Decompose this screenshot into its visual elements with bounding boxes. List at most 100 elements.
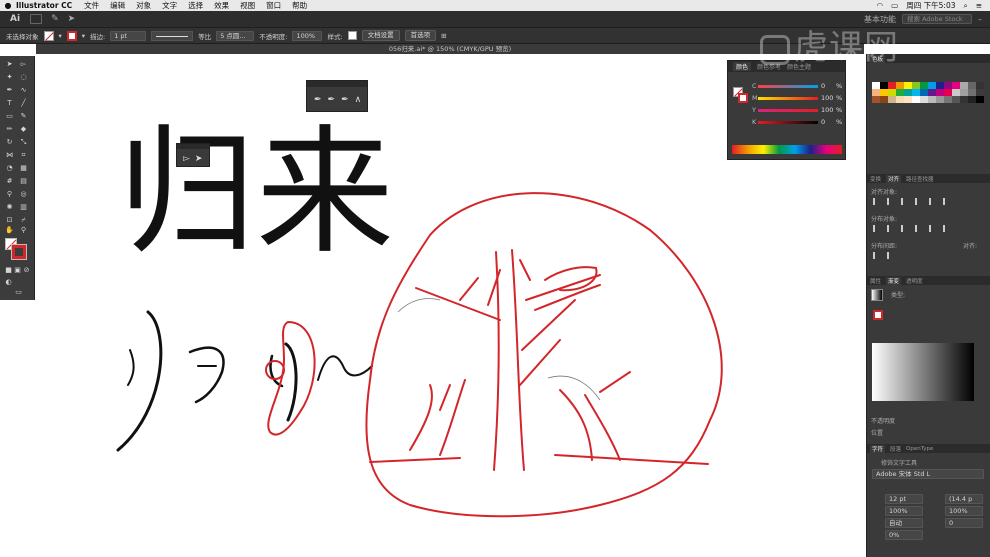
line-tool-icon[interactable]: ╱ bbox=[19, 99, 28, 108]
slice-tool-icon[interactable]: ⌿ bbox=[19, 216, 28, 225]
add-anchor-icon[interactable]: ✒ bbox=[328, 95, 336, 105]
swatch[interactable] bbox=[896, 96, 904, 103]
graph-tool-icon[interactable]: ▥ bbox=[19, 203, 28, 212]
swatch[interactable] bbox=[928, 82, 936, 89]
notification-icon[interactable]: ≡ bbox=[976, 1, 982, 10]
channel-c-slider[interactable] bbox=[758, 85, 818, 88]
rotate-tool-icon[interactable]: ↻ bbox=[5, 138, 14, 147]
channel-m-slider[interactable] bbox=[758, 97, 818, 100]
swatch[interactable] bbox=[904, 89, 912, 96]
menu-select[interactable]: 选择 bbox=[188, 0, 203, 11]
distribute-spacing-buttons[interactable] bbox=[873, 252, 901, 261]
tab-align[interactable]: 对齐 bbox=[886, 174, 902, 183]
tracking-field[interactable]: 0 bbox=[945, 518, 983, 528]
swatch[interactable] bbox=[936, 96, 944, 103]
swatch[interactable] bbox=[944, 96, 952, 103]
color-mode-icon[interactable]: ■ bbox=[4, 266, 13, 275]
swatch[interactable] bbox=[880, 89, 888, 96]
stock-search-input[interactable]: 搜索 Adobe Stock bbox=[902, 14, 972, 24]
document-tab[interactable]: 056归来.ai* @ 150% (CMYK/GPU 预览) bbox=[36, 44, 864, 54]
free-transform-icon[interactable]: ⌗ bbox=[19, 151, 28, 160]
width-tool-icon[interactable]: ⋈ bbox=[5, 151, 14, 160]
stroke-color-box[interactable] bbox=[12, 245, 26, 259]
channel-c-value[interactable]: 0 bbox=[821, 82, 825, 90]
tab-paragraph[interactable]: 段落 bbox=[890, 445, 901, 453]
brush-icon[interactable]: ✎ bbox=[51, 14, 59, 24]
kerning-field[interactable]: 自动 bbox=[885, 518, 923, 528]
eraser-icon[interactable]: ◆ bbox=[19, 125, 28, 134]
tab-gradient[interactable]: 渐变 bbox=[886, 276, 902, 285]
gradient-preview[interactable] bbox=[872, 343, 974, 401]
menu-edit[interactable]: 编辑 bbox=[110, 0, 125, 11]
stroke-weight-field[interactable]: 1 pt bbox=[110, 30, 147, 41]
swatch[interactable] bbox=[968, 82, 976, 89]
menu-window[interactable]: 窗口 bbox=[266, 0, 281, 11]
pen-tool-icon[interactable]: ✒ bbox=[314, 95, 322, 105]
swatch[interactable] bbox=[912, 89, 920, 96]
gradient-thumbnail[interactable] bbox=[871, 289, 883, 301]
gradient-stroke-swatch[interactable] bbox=[873, 310, 883, 320]
screen-mode-icon[interactable]: ▭ bbox=[14, 288, 23, 297]
tab-pathfinder[interactable]: 路径查找器 bbox=[906, 175, 934, 183]
menu-help[interactable]: 帮助 bbox=[292, 0, 307, 11]
swatch[interactable] bbox=[936, 89, 944, 96]
layout-icon[interactable] bbox=[30, 14, 43, 24]
swatch[interactable] bbox=[928, 89, 936, 96]
tab-transform[interactable]: 变换 bbox=[870, 175, 881, 183]
menu-clock[interactable]: 周四 下午5:03 bbox=[906, 0, 955, 11]
swatch[interactable] bbox=[888, 82, 896, 89]
swatch[interactable] bbox=[904, 96, 912, 103]
tab-opentype[interactable]: OpenType bbox=[906, 446, 933, 452]
hand-tool-icon[interactable]: ✋ bbox=[5, 226, 14, 235]
send-icon[interactable]: ➤ bbox=[68, 14, 76, 24]
spotlight-icon[interactable]: ⌕ bbox=[964, 1, 968, 11]
opacity-field[interactable]: 100% bbox=[292, 30, 323, 41]
pencil-icon[interactable]: ✏ bbox=[5, 125, 14, 134]
tab-color[interactable]: 颜色 bbox=[733, 62, 752, 71]
leading-field[interactable]: (14.4 p bbox=[945, 494, 983, 504]
lasso-icon[interactable]: ◌ bbox=[19, 73, 28, 82]
swatch[interactable] bbox=[872, 89, 880, 96]
menu-object[interactable]: 对象 bbox=[136, 0, 151, 11]
battery-icon[interactable]: ▭ bbox=[891, 1, 898, 10]
type-tool-icon[interactable]: T bbox=[5, 99, 14, 108]
swatch[interactable] bbox=[872, 96, 880, 103]
swatch[interactable] bbox=[872, 82, 880, 89]
swatch[interactable] bbox=[888, 89, 896, 96]
swatch-grid[interactable] bbox=[872, 82, 984, 103]
wifi-icon[interactable]: ◠ bbox=[877, 1, 884, 10]
channel-k-slider[interactable] bbox=[758, 121, 818, 124]
swatch[interactable] bbox=[880, 96, 888, 103]
swatch[interactable] bbox=[944, 82, 952, 89]
app-menu-name[interactable]: Illustrator CC bbox=[16, 1, 72, 10]
baseline-field[interactable]: 0% bbox=[885, 530, 923, 540]
tab-character[interactable]: 字符 bbox=[870, 444, 886, 453]
selection-tool-icon[interactable]: ➤ bbox=[5, 60, 14, 69]
font-size-field[interactable]: 12 pt bbox=[885, 494, 923, 504]
artboard-tool-icon[interactable]: ⊡ bbox=[5, 216, 14, 225]
eyedropper-icon[interactable]: ⚲ bbox=[5, 190, 14, 199]
swatch[interactable] bbox=[976, 82, 984, 89]
doc-setup-button[interactable]: 文档设置 bbox=[361, 30, 400, 41]
channel-y-value[interactable]: 100 bbox=[821, 106, 833, 114]
swatch[interactable] bbox=[920, 89, 928, 96]
direct-selection-tool-icon[interactable]: ▻ bbox=[19, 60, 28, 69]
swatch[interactable] bbox=[936, 82, 944, 89]
swatch[interactable] bbox=[968, 96, 976, 103]
gradient-mode-icon[interactable]: ▣ bbox=[13, 266, 22, 275]
arrange-icon[interactable]: ⊞ bbox=[441, 32, 446, 40]
touch-type-tool-label[interactable]: 修饰文字工具 bbox=[881, 458, 917, 467]
swatch[interactable] bbox=[976, 96, 984, 103]
minimize-icon[interactable]: – bbox=[978, 15, 982, 24]
swatch[interactable] bbox=[952, 96, 960, 103]
swatch[interactable] bbox=[888, 96, 896, 103]
perspective-grid-icon[interactable]: ▦ bbox=[19, 164, 28, 173]
menu-effect[interactable]: 效果 bbox=[214, 0, 229, 11]
swatch[interactable] bbox=[952, 82, 960, 89]
swatch[interactable] bbox=[944, 89, 952, 96]
swatch[interactable] bbox=[960, 89, 968, 96]
zoom-tool-icon[interactable]: ⚲ bbox=[19, 226, 28, 235]
menu-type[interactable]: 文字 bbox=[162, 0, 177, 11]
color-panel-stroke-swatch[interactable] bbox=[738, 93, 748, 103]
horizontal-scale-field[interactable]: 100% bbox=[945, 506, 983, 516]
